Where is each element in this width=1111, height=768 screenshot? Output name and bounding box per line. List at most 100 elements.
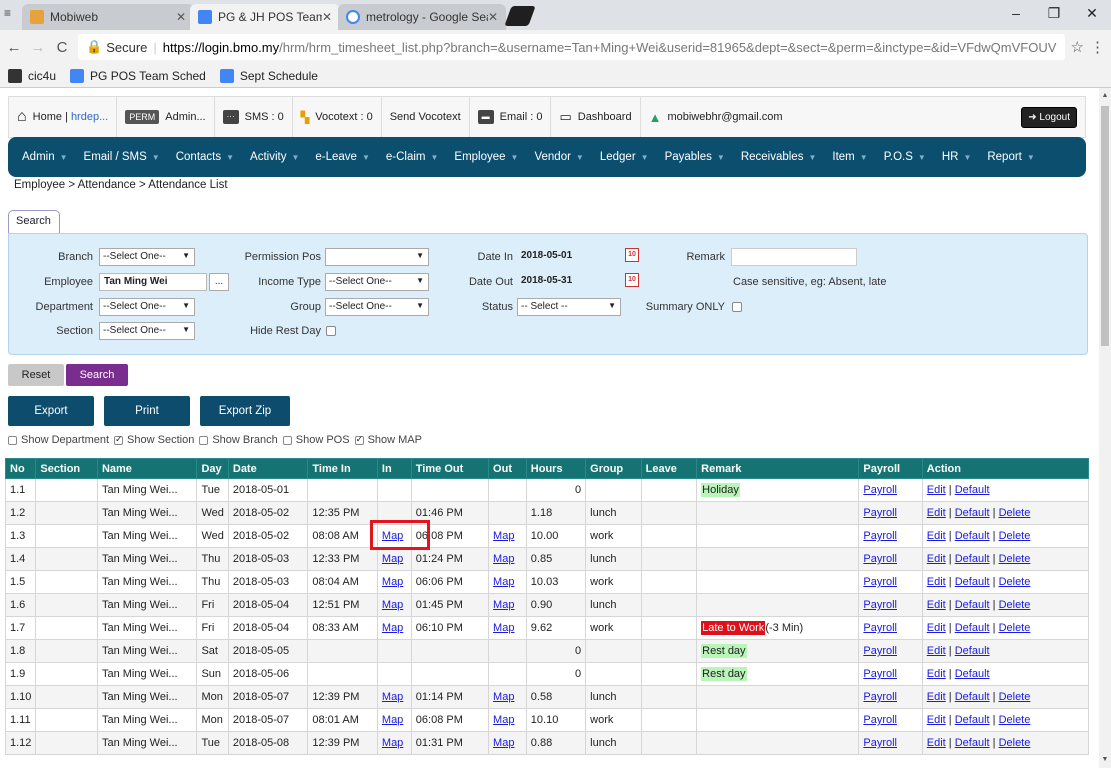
reload-icon[interactable]: C <box>52 39 72 56</box>
section-select[interactable]: --Select One-- ▼ <box>99 322 195 340</box>
action-default-link[interactable]: Default <box>955 645 990 657</box>
close-tab-icon[interactable]: ✕ <box>322 10 332 24</box>
map-link[interactable]: Map <box>382 737 403 749</box>
export-button[interactable]: Export <box>8 396 94 426</box>
option-show-department[interactable]: Show Department <box>8 434 109 446</box>
url-input[interactable]: 🔒 Secure | https://login.bmo.my /hrm/hrm… <box>78 34 1065 60</box>
tab-search[interactable]: Search <box>8 210 60 234</box>
bookmark-star-icon[interactable]: ☆ <box>1071 38 1084 56</box>
action-default-link[interactable]: Default <box>955 484 990 496</box>
action-delete-link[interactable]: Delete <box>999 507 1031 519</box>
show-pos-checkbox[interactable] <box>282 435 292 445</box>
action-default-link[interactable]: Default <box>955 714 990 726</box>
menu-email-sms[interactable]: Email / SMS ▼ <box>76 151 168 163</box>
menu-receivables[interactable]: Receivables ▼ <box>733 151 825 163</box>
browser-menu-icon[interactable]: ≡ <box>4 6 11 20</box>
map-link[interactable]: Map <box>493 553 514 565</box>
restore-icon[interactable]: ❐ <box>1035 0 1073 30</box>
payroll-link[interactable]: Payroll <box>863 576 897 588</box>
action-default-link[interactable]: Default <box>955 668 990 680</box>
employee-lookup-button[interactable]: ... <box>209 273 229 291</box>
permission-pos-select[interactable]: ▼ <box>325 248 429 266</box>
dashboard-link[interactable]: ▭ Dashboard <box>551 97 641 137</box>
email-counter[interactable]: ▬ Email : 0 <box>470 97 552 137</box>
action-default-link[interactable]: Default <box>955 553 990 565</box>
option-show-map[interactable]: Show MAP <box>354 434 422 446</box>
payroll-link[interactable]: Payroll <box>863 737 897 749</box>
reset-button[interactable]: Reset <box>8 364 64 386</box>
payroll-link[interactable]: Payroll <box>863 553 897 565</box>
action-delete-link[interactable]: Delete <box>999 553 1031 565</box>
menu-contacts[interactable]: Contacts ▼ <box>168 151 242 163</box>
map-link[interactable]: Map <box>382 622 403 634</box>
forward-icon[interactable]: → <box>28 39 48 56</box>
map-link[interactable]: Map <box>493 714 514 726</box>
payroll-link[interactable]: Payroll <box>863 645 897 657</box>
menu-hr[interactable]: HR ▼ <box>934 151 980 163</box>
menu-ledger[interactable]: Ledger ▼ <box>592 151 657 163</box>
department-select[interactable]: --Select One-- ▼ <box>99 298 195 316</box>
menu-vendor[interactable]: Vendor ▼ <box>526 151 591 163</box>
status-select[interactable]: -- Select -- ▼ <box>517 298 621 316</box>
income-type-select[interactable]: --Select One-- ▼ <box>325 273 429 291</box>
action-edit-link[interactable]: Edit <box>927 714 946 726</box>
menu-employee[interactable]: Employee ▼ <box>446 151 526 163</box>
option-show-branch[interactable]: Show Branch <box>199 434 278 446</box>
action-edit-link[interactable]: Edit <box>927 576 946 588</box>
browser-tab-google[interactable]: metrology - Google Sear ✕ <box>338 4 506 30</box>
map-link[interactable]: Map <box>493 599 514 611</box>
map-link[interactable]: Map <box>382 553 403 565</box>
action-edit-link[interactable]: Edit <box>927 530 946 542</box>
payroll-link[interactable]: Payroll <box>863 622 897 634</box>
map-link[interactable]: Map <box>382 691 403 703</box>
new-tab-button[interactable] <box>504 6 536 26</box>
branch-select[interactable]: --Select One-- ▼ <box>99 248 195 266</box>
browser-tab-pos-schedule[interactable]: PG & JH POS Team Sche ✕ <box>190 4 340 30</box>
payroll-link[interactable]: Payroll <box>863 714 897 726</box>
summary-only-checkbox[interactable] <box>732 302 742 312</box>
action-edit-link[interactable]: Edit <box>927 668 946 680</box>
action-edit-link[interactable]: Edit <box>927 507 946 519</box>
bookmark-sept-schedule[interactable]: Sept Schedule <box>219 68 318 83</box>
menu-admin[interactable]: Admin ▼ <box>14 151 76 163</box>
action-delete-link[interactable]: Delete <box>999 714 1031 726</box>
bookmark-pos-schedule[interactable]: PG POS Team Sched <box>70 68 206 83</box>
payroll-link[interactable]: Payroll <box>863 507 897 519</box>
menu-item[interactable]: Item ▼ <box>824 151 875 163</box>
print-button[interactable]: Print <box>104 396 190 426</box>
menu-pos[interactable]: P.O.S ▼ <box>876 151 934 163</box>
action-edit-link[interactable]: Edit <box>927 691 946 703</box>
scroll-down-icon[interactable]: ▼ <box>1099 754 1111 766</box>
back-icon[interactable]: ← <box>4 39 24 56</box>
map-link[interactable]: Map <box>493 576 514 588</box>
map-link[interactable]: Map <box>493 530 514 542</box>
action-delete-link[interactable]: Delete <box>999 691 1031 703</box>
menu-e-leave[interactable]: e-Leave ▼ <box>307 151 377 163</box>
action-default-link[interactable]: Default <box>955 576 990 588</box>
admin-menu[interactable]: PERM Admin... <box>117 97 215 137</box>
menu-e-claim[interactable]: e-Claim ▼ <box>378 151 447 163</box>
show-branch-checkbox[interactable] <box>199 435 209 445</box>
payroll-link[interactable]: Payroll <box>863 599 897 611</box>
action-default-link[interactable]: Default <box>955 737 990 749</box>
map-link[interactable]: Map <box>493 622 514 634</box>
payroll-link[interactable]: Payroll <box>863 484 897 496</box>
payroll-link[interactable]: Payroll <box>863 668 897 680</box>
map-link[interactable]: Map <box>382 599 403 611</box>
map-link[interactable]: Map <box>493 737 514 749</box>
date-out-calendar-icon[interactable]: 10 <box>625 273 639 287</box>
logout-button[interactable]: ➜ Logout <box>1021 106 1077 128</box>
action-default-link[interactable]: Default <box>955 530 990 542</box>
close-tab-icon[interactable]: ✕ <box>176 10 186 24</box>
home-link[interactable]: ⌂ Home | hrdep... <box>9 97 118 137</box>
search-button[interactable]: Search <box>66 364 128 386</box>
home-user-link[interactable]: hrdep... <box>71 111 108 123</box>
action-delete-link[interactable]: Delete <box>999 530 1031 542</box>
action-delete-link[interactable]: Delete <box>999 737 1031 749</box>
map-link[interactable]: Map <box>382 714 403 726</box>
action-edit-link[interactable]: Edit <box>927 599 946 611</box>
date-in-calendar-icon[interactable]: 10 <box>625 248 639 262</box>
payroll-link[interactable]: Payroll <box>863 530 897 542</box>
show-department-checkbox[interactable] <box>8 435 17 445</box>
action-edit-link[interactable]: Edit <box>927 645 946 657</box>
